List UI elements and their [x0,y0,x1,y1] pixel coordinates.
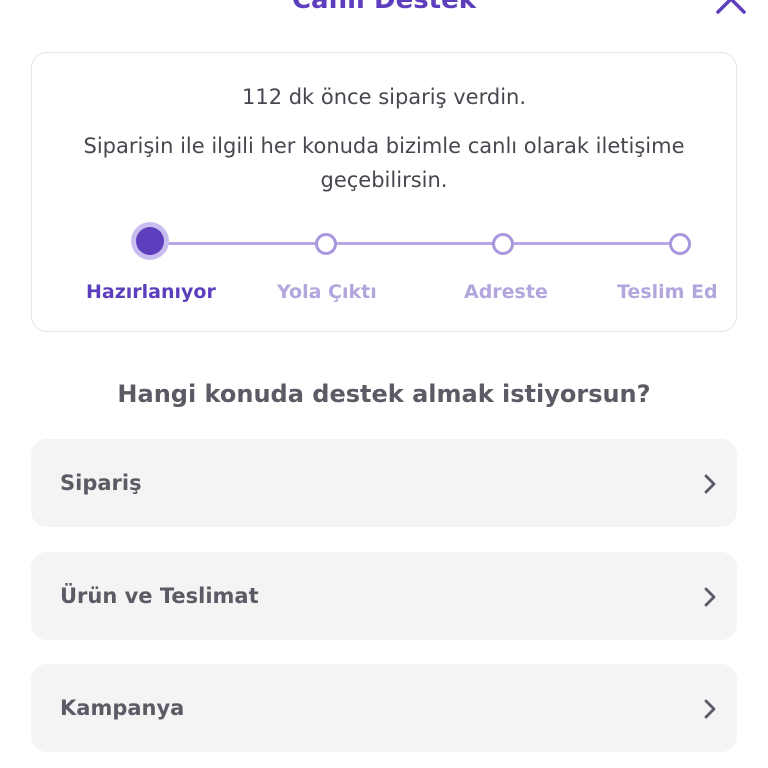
step-label-delivered: Teslim Ed [617,281,718,303]
header: Canlı Destek [0,0,768,20]
step-dot-at-address [492,233,514,255]
step-label-preparing: Hazırlanıyor [86,281,216,303]
topic-label: Sipariş [60,471,142,495]
order-time-text: 112 dk önce sipariş verdin. [241,85,527,109]
close-button[interactable] [712,0,752,20]
order-progress-stepper: Hazırlanıyor Yola Çıktı Adreste Teslim E… [32,225,738,315]
step-connector [326,242,503,245]
order-status-card: 112 dk önce sipariş verdin. Siparişin il… [31,52,737,332]
topic-label: Ürün ve Teslimat [60,584,259,608]
step-label-at-address: Adreste [464,281,548,303]
step-connector [503,242,680,245]
topic-order[interactable]: Sipariş [31,439,737,527]
support-question: Hangi konuda destek almak istiyorsun? [117,380,651,408]
topic-label: Kampanya [60,696,185,720]
page-title: Canlı Destek [291,0,477,15]
chevron-right-icon [704,699,716,719]
step-dot-delivered [669,233,691,255]
step-connector [150,242,326,245]
order-description: Siparişin ile ilgili her konuda bizimle … [83,134,685,192]
close-icon [716,0,746,14]
step-label-on-the-way: Yola Çıktı [277,281,377,303]
topic-campaign[interactable]: Kampanya [31,664,737,752]
topic-product-delivery[interactable]: Ürün ve Teslimat [31,552,737,640]
step-dot-on-the-way [315,233,337,255]
step-dot-preparing [136,227,164,255]
chevron-right-icon [704,587,716,607]
chevron-right-icon [704,474,716,494]
